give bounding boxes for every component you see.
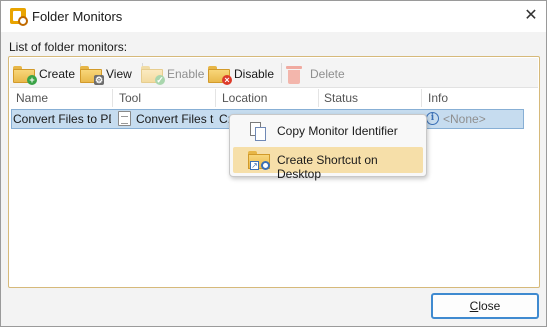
column-header-tool[interactable]: Tool	[119, 91, 141, 105]
menu-item-label: Create Shortcut on Desktop	[277, 153, 378, 181]
column-divider[interactable]	[112, 89, 113, 107]
toolbar: + Create ⚙ View ✓ Enable × Disable Delet…	[10, 58, 538, 88]
toolbar-divider	[281, 63, 282, 83]
folder-settings-icon: ⚙	[80, 65, 104, 85]
menu-item-label: Copy Monitor Identifier	[277, 124, 398, 138]
cell-info: <None>	[443, 112, 486, 126]
column-divider[interactable]	[318, 89, 319, 107]
column-divider[interactable]	[421, 89, 422, 107]
trash-icon	[286, 64, 302, 84]
desktop-shortcut-icon: ↗	[248, 151, 272, 171]
cell-name: Convert Files to PDF	[13, 112, 111, 126]
tool-document-icon	[118, 111, 131, 126]
delete-label: Delete	[310, 66, 345, 81]
title-bar: Folder Monitors ✕	[1, 1, 546, 32]
create-button[interactable]: + Create	[13, 61, 75, 86]
window-title: Folder Monitors	[32, 9, 123, 24]
close-button[interactable]: Close	[431, 293, 539, 319]
folder-disable-icon: ×	[208, 65, 232, 85]
column-header-name[interactable]: Name	[16, 91, 48, 105]
disable-button[interactable]: × Disable	[208, 61, 274, 86]
close-label: lose	[478, 299, 501, 313]
list-label: List of folder monitors:	[9, 40, 128, 54]
enable-label: Enable	[167, 66, 205, 81]
copy-identifier-icon	[250, 122, 266, 141]
folder-enable-icon: ✓	[141, 65, 165, 85]
create-label: Create	[39, 66, 76, 81]
column-divider[interactable]	[215, 89, 216, 107]
disable-label: Disable	[234, 66, 275, 81]
delete-button[interactable]: Delete	[286, 61, 345, 86]
menu-item-create-shortcut[interactable]: ↗ Create Shortcut on Desktop	[233, 147, 423, 181]
close-window-icon[interactable]: ✕	[521, 7, 541, 25]
folder-add-icon: +	[13, 65, 37, 85]
view-button[interactable]: ⚙ View	[80, 61, 132, 86]
column-header-info[interactable]: Info	[428, 91, 448, 105]
table-header: Name Tool Location Status Info	[10, 89, 538, 107]
context-menu: Copy Monitor Identifier ↗ Create Shortcu…	[229, 114, 427, 181]
view-label: View	[106, 66, 132, 81]
cell-tool: Convert Files to PDF	[136, 112, 214, 126]
info-icon: i	[426, 112, 439, 125]
column-header-status[interactable]: Status	[324, 91, 358, 105]
folder-monitors-dialog: Folder Monitors ✕ List of folder monitor…	[0, 0, 547, 327]
enable-button[interactable]: ✓ Enable	[141, 61, 204, 86]
column-header-location[interactable]: Location	[222, 91, 267, 105]
menu-item-copy-monitor-identifier[interactable]: Copy Monitor Identifier	[233, 118, 423, 144]
app-icon	[10, 8, 28, 26]
